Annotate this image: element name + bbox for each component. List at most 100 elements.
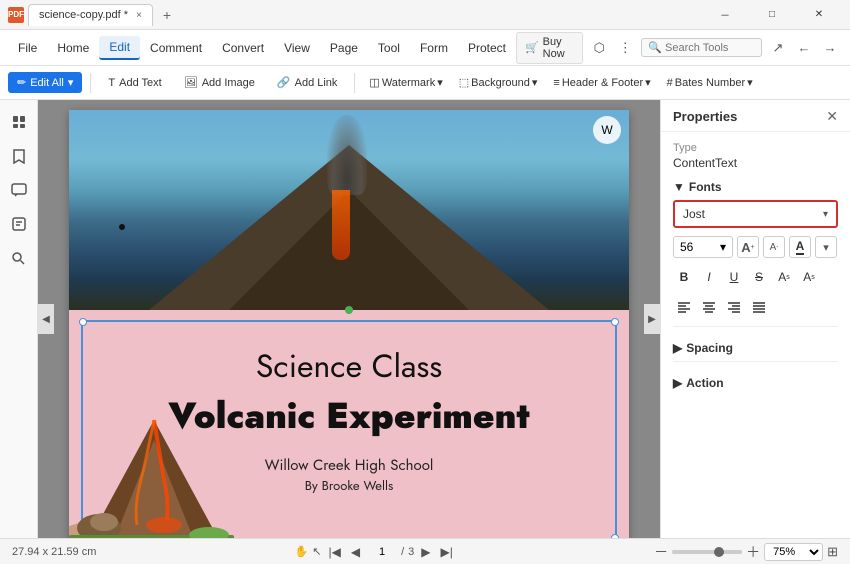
share-btn[interactable]: ⬡ <box>587 36 611 60</box>
increase-font-size-btn[interactable]: A + <box>737 236 759 258</box>
hand-tool-btn[interactable]: ✋ <box>295 545 309 558</box>
sidebar-bookmark-icon[interactable] <box>5 142 33 170</box>
fit-page-btn[interactable]: ⊞ <box>827 544 838 560</box>
menu-edit[interactable]: Edit <box>99 36 140 60</box>
collapse-right-btn[interactable]: ▶ <box>644 304 660 334</box>
menu-page[interactable]: Page <box>320 37 368 59</box>
lava-flow <box>332 190 350 260</box>
menu-view[interactable]: View <box>274 37 320 59</box>
sidebar-attachment-icon[interactable] <box>5 210 33 238</box>
spacing-section-header[interactable]: ▶ Spacing <box>673 341 838 355</box>
align-left-btn[interactable] <box>673 296 695 318</box>
select-tool-btn[interactable]: ↖ <box>312 545 321 558</box>
zoom-level-select[interactable]: 75% 100% 125% 150% <box>764 543 823 561</box>
fonts-section-header[interactable]: ▼ Fonts <box>673 180 838 194</box>
pdf-page: W Science Class Volcanic Experiment <box>69 110 629 538</box>
font-color-dropdown-btn[interactable]: ▾ <box>815 236 837 258</box>
buy-now-btn[interactable]: 🛒 Buy Now <box>516 32 583 64</box>
cart-icon: 🛒 <box>525 41 539 54</box>
font-size-select[interactable]: 56 ▾ <box>673 236 733 258</box>
subscript-btn[interactable]: As <box>798 266 820 288</box>
edit-all-btn[interactable]: ✏ Edit All ▾ <box>8 72 82 93</box>
watermark-icon: ◫ <box>369 76 379 89</box>
menu-home[interactable]: Home <box>47 37 99 59</box>
font-family-dropdown-icon: ▾ <box>823 209 828 220</box>
spacing-label: Spacing <box>686 341 733 355</box>
back-btn[interactable]: ← <box>792 36 816 60</box>
prev-page-btn[interactable]: ◀ <box>348 545 363 559</box>
window-controls: － □ ✕ <box>702 0 842 30</box>
spacing-section: ▶ Spacing <box>673 326 838 355</box>
menu-comment[interactable]: Comment <box>140 37 212 59</box>
next-page-btn[interactable]: ▶ <box>418 545 433 559</box>
tab-area: science-copy.pdf * × + <box>28 4 702 26</box>
handle-br[interactable] <box>611 534 619 538</box>
superscript-btn[interactable]: As <box>773 266 795 288</box>
search-icon: 🔍 <box>648 41 662 54</box>
last-page-btn[interactable]: ▶| <box>438 545 456 559</box>
add-text-btn[interactable]: T Add Text <box>99 73 170 93</box>
menu-form[interactable]: Form <box>410 37 458 59</box>
sidebar-search-icon[interactable] <box>5 244 33 272</box>
more-btn[interactable]: ⋮ <box>613 36 637 60</box>
search-tools-box[interactable]: 🔍 <box>641 38 762 57</box>
tab-close-btn[interactable]: × <box>136 10 142 21</box>
first-page-btn[interactable]: |◀ <box>326 545 344 559</box>
page-number-input[interactable] <box>367 546 397 558</box>
background-icon: ⬚ <box>459 76 469 89</box>
watermark-dropdown-icon: ▾ <box>437 76 443 89</box>
pdf-sub2: By Brooke Wells <box>99 476 599 495</box>
menu-protect[interactable]: Protect <box>458 37 516 59</box>
handle-tl[interactable] <box>79 318 87 326</box>
bold-btn[interactable]: B <box>673 266 695 288</box>
handle-tr[interactable] <box>611 318 619 326</box>
forward-btn[interactable]: → <box>818 36 842 60</box>
volcano-smoke <box>327 115 367 195</box>
font-family-dropdown[interactable]: Jost ▾ <box>673 200 838 228</box>
bates-label: Bates Number <box>675 77 745 89</box>
menu-file[interactable]: File <box>8 37 47 59</box>
collapse-left-btn[interactable]: ◀ <box>38 304 54 334</box>
search-tools-input[interactable] <box>665 42 755 54</box>
italic-btn[interactable]: I <box>698 266 720 288</box>
align-right-btn[interactable] <box>723 296 745 318</box>
pdf-volcano-image: W <box>69 110 629 310</box>
close-btn[interactable]: ✕ <box>796 0 842 30</box>
strikethrough-btn[interactable]: S <box>748 266 770 288</box>
underline-btn[interactable]: U <box>723 266 745 288</box>
maximize-icon: □ <box>769 9 775 20</box>
zoom-in-btn[interactable]: ＋ <box>746 542 760 562</box>
add-link-btn[interactable]: 🔗 Add Link <box>268 72 347 93</box>
action-section-header[interactable]: ▶ Action <box>673 376 838 390</box>
font-color-btn[interactable]: A <box>789 236 811 258</box>
sidebar-comment-icon[interactable] <box>5 176 33 204</box>
align-row <box>673 296 838 318</box>
background-label: Background <box>471 77 530 89</box>
background-btn[interactable]: ⬚ Background ▾ <box>453 73 544 92</box>
panel-close-btn[interactable]: ✕ <box>826 108 838 125</box>
maximize-btn[interactable]: □ <box>749 0 795 30</box>
align-center-btn[interactable] <box>698 296 720 318</box>
new-tab-btn[interactable]: + <box>157 5 177 25</box>
add-image-btn[interactable]: 🖼 Add Image <box>175 72 264 93</box>
bates-number-btn[interactable]: # Bates Number ▾ <box>661 73 759 92</box>
header-footer-btn[interactable]: ≡ Header & Footer ▾ <box>547 73 656 92</box>
minimize-btn[interactable]: － <box>702 0 748 30</box>
external-link-btn[interactable]: ↗ <box>766 36 790 60</box>
decrease-font-size-btn[interactable]: A - <box>763 236 785 258</box>
pdf-area: ◀ W <box>38 100 660 538</box>
action-arrow-icon: ▶ <box>673 376 682 390</box>
zoom-slider[interactable] <box>672 550 742 554</box>
menu-convert[interactable]: Convert <box>212 37 274 59</box>
active-tab[interactable]: science-copy.pdf * × <box>28 4 153 26</box>
toolbar: ✏ Edit All ▾ T Add Text 🖼 Add Image 🔗 Ad… <box>0 66 850 100</box>
sidebar-pages-icon[interactable] <box>5 108 33 136</box>
menu-tool[interactable]: Tool <box>368 37 410 59</box>
align-justify-btn[interactable] <box>748 296 770 318</box>
watermark-btn[interactable]: ◫ Watermark ▾ <box>363 73 448 92</box>
page-overlay-icon[interactable]: W <box>593 116 621 144</box>
close-icon: ✕ <box>815 9 823 20</box>
selection-top-center-handle[interactable] <box>345 306 353 314</box>
zoom-out-btn[interactable]: － <box>654 542 668 562</box>
panel-title: Properties <box>673 109 737 124</box>
